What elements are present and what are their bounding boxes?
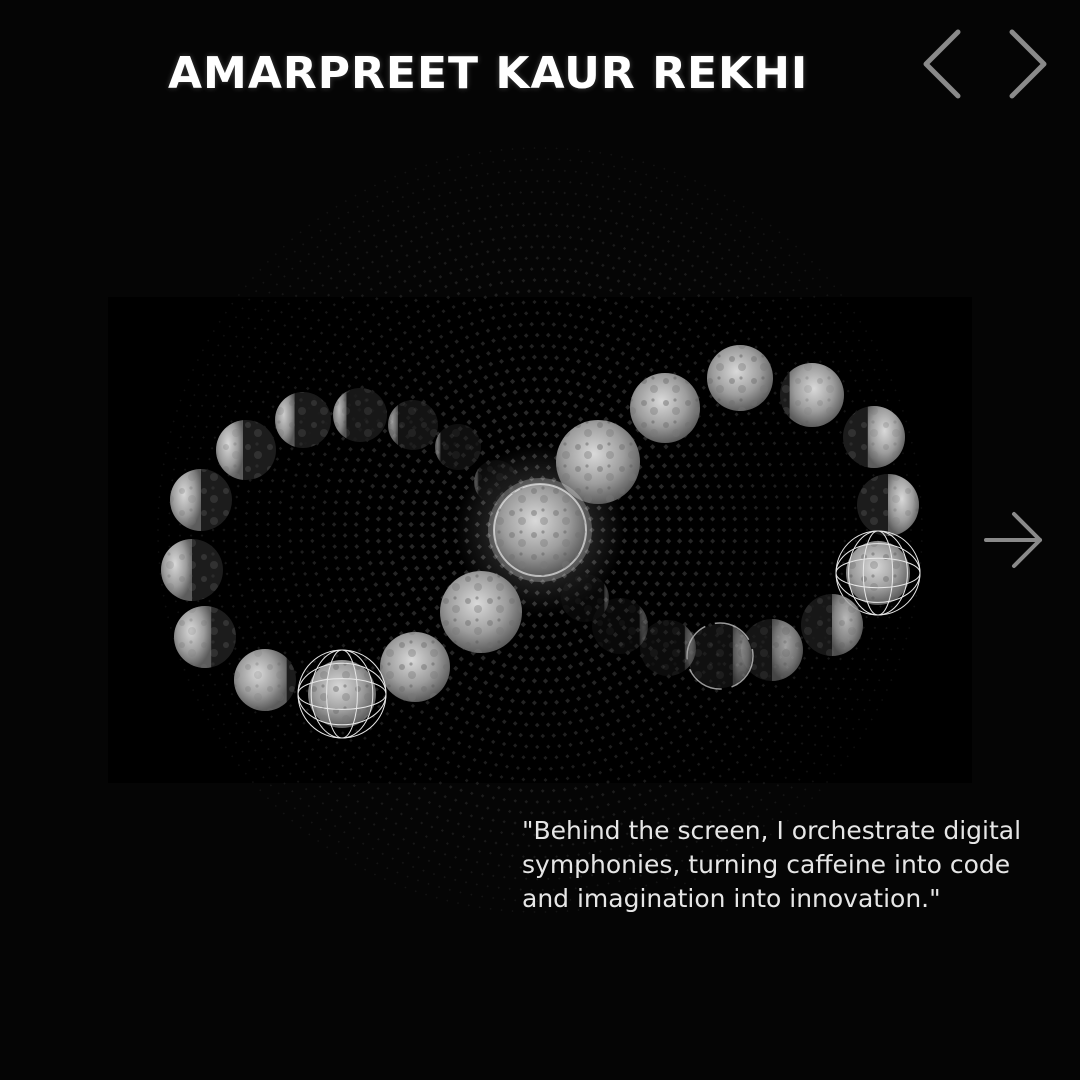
moon-phase [686, 622, 754, 690]
moon-phase [707, 345, 773, 411]
arrow-right-icon [984, 512, 1042, 568]
moon-phase [640, 620, 696, 676]
moon-phase [561, 574, 609, 622]
moon-phase [170, 469, 232, 531]
next-slide-button[interactable] [996, 26, 1056, 102]
moon-phase [174, 606, 236, 668]
page: AMARPREET KAUR REKHI "Behind the screen,… [0, 0, 1080, 1080]
moon-phase [780, 363, 844, 427]
moon-phase [275, 392, 331, 448]
moon-phase [380, 632, 450, 702]
forward-arrow-button[interactable] [980, 508, 1048, 572]
page-title: AMARPREET KAUR REKHI [168, 48, 809, 99]
moon-phase [801, 594, 863, 656]
chevron-right-icon [1009, 29, 1047, 99]
quote-text: "Behind the screen, I orchestrate digita… [522, 816, 1022, 913]
moon-phase [857, 474, 919, 536]
central-full-moon [488, 478, 592, 582]
prev-slide-button[interactable] [914, 26, 974, 102]
chevron-left-icon [923, 29, 961, 99]
moon-phase [234, 649, 296, 711]
moon-phase [843, 406, 905, 468]
moon-phase [161, 539, 223, 601]
moon-phase [440, 571, 522, 653]
moon-phase [388, 400, 438, 450]
moon-phase [630, 373, 700, 443]
moon-phase [297, 649, 387, 739]
moon-phase [435, 424, 481, 470]
moon-phase [216, 420, 276, 480]
moon-phases-artwork [108, 147, 972, 914]
moon-phase [333, 388, 387, 442]
